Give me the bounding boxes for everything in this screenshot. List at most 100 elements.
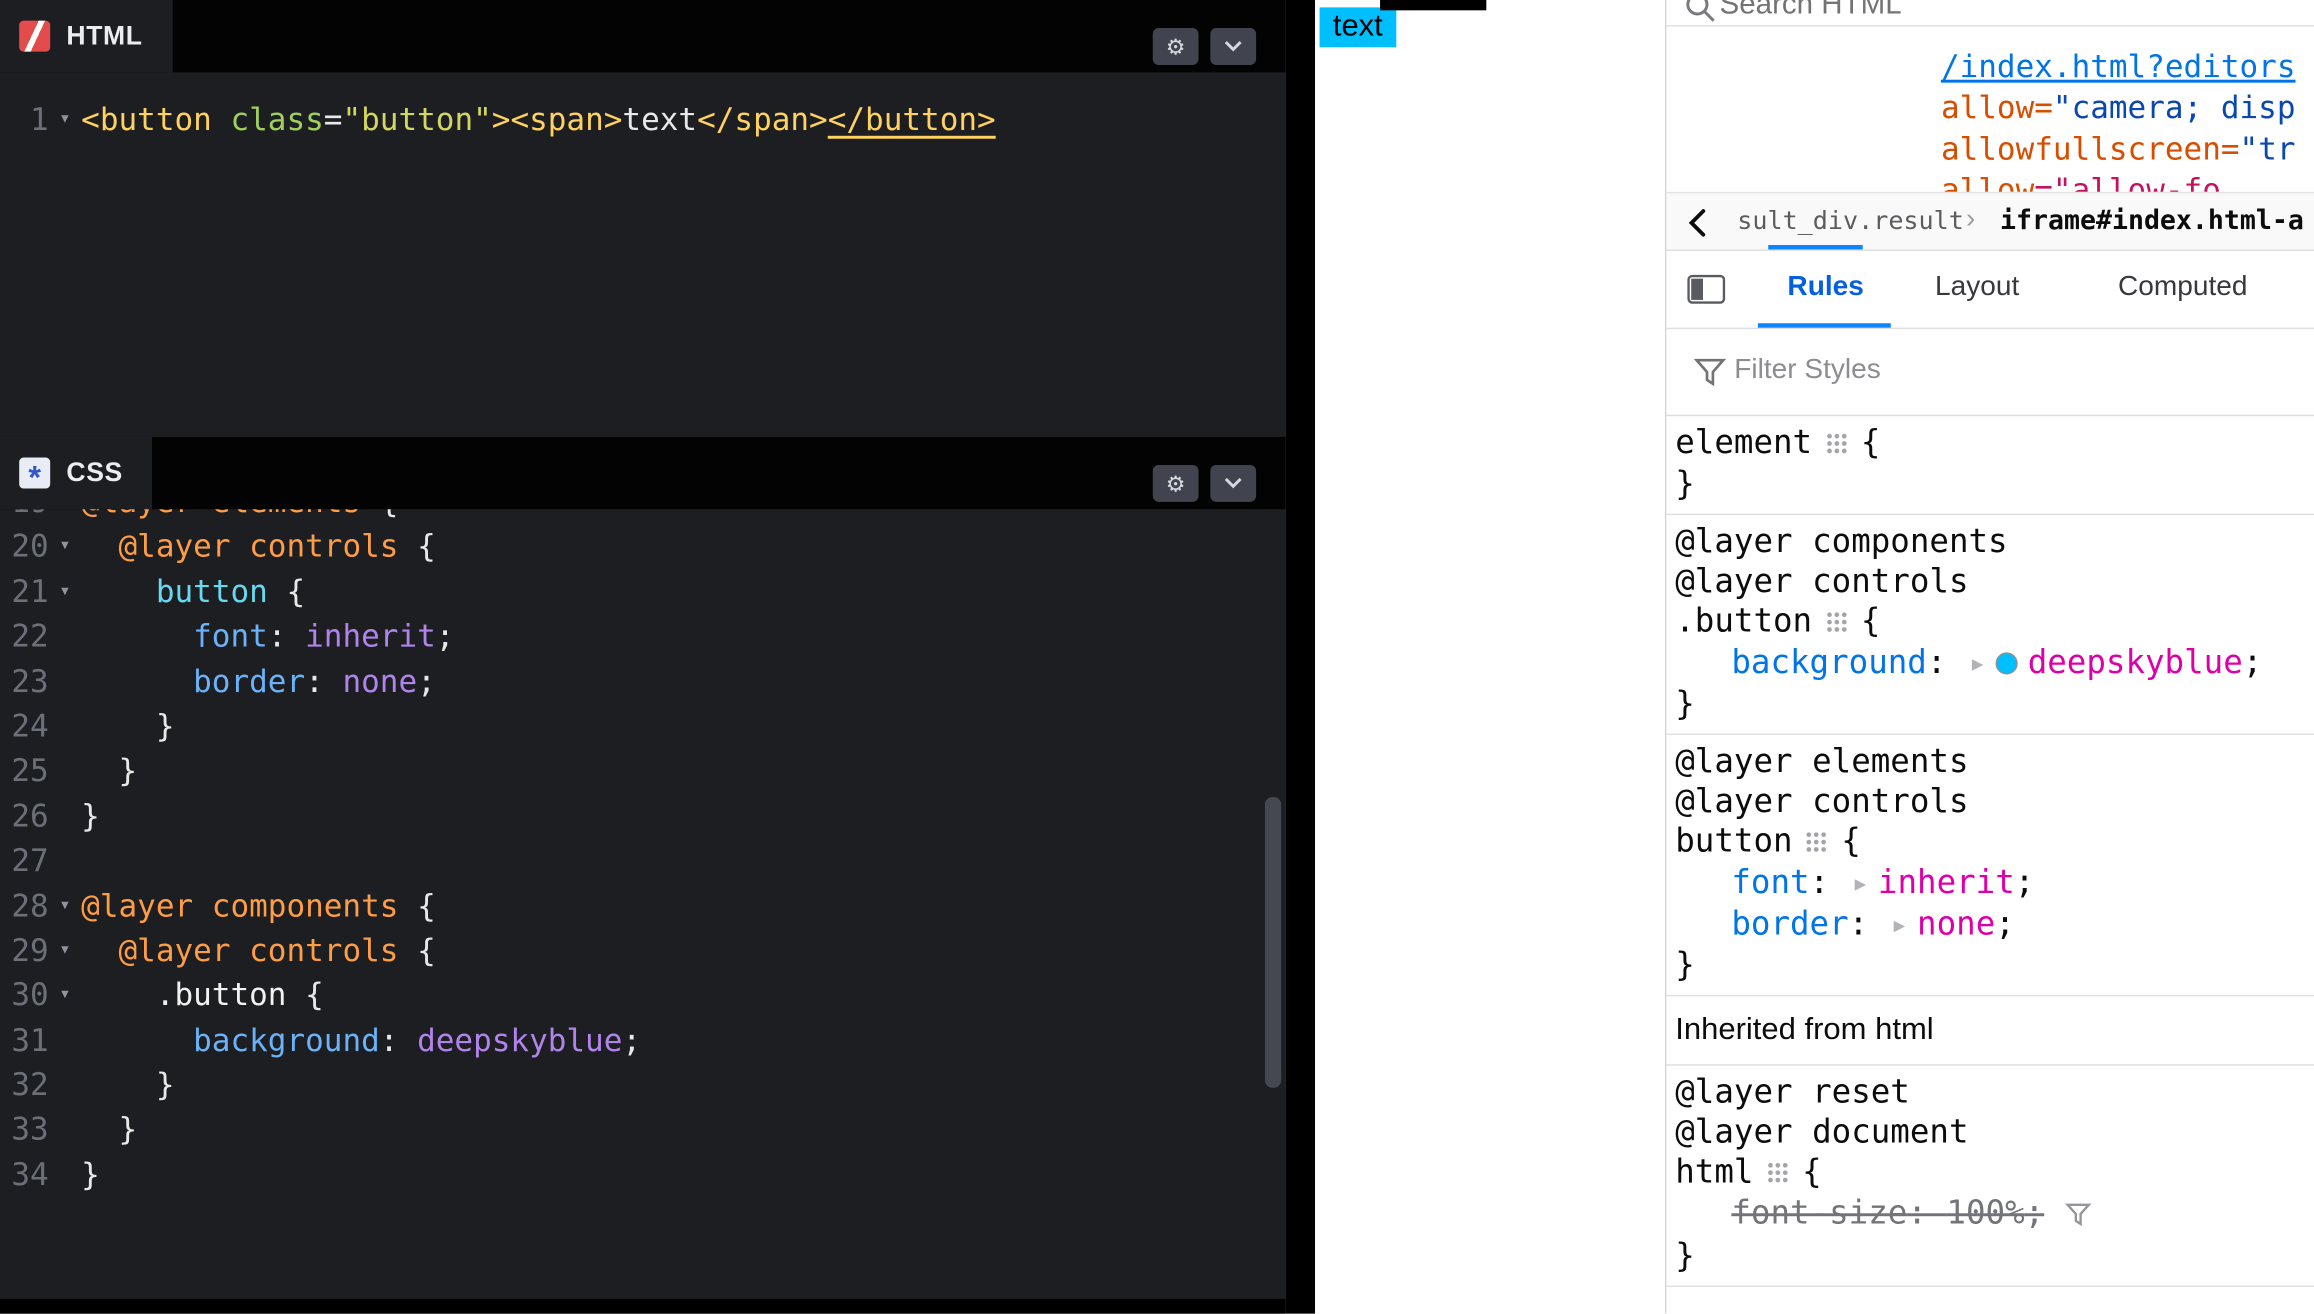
rule-selector[interactable]: html: [1675, 1154, 1753, 1191]
code-line[interactable]: 26}: [0, 794, 1286, 839]
code-text: background: deepskyblue;: [81, 1018, 1285, 1063]
fold-arrow-icon[interactable]: ▾: [49, 883, 81, 928]
color-swatch[interactable]: [1995, 652, 2017, 674]
declaration-line[interactable]: background: ▶deepskyblue;: [1666, 644, 2314, 685]
code-line[interactable]: 20▾ @layer controls {: [0, 525, 1286, 570]
markup-line[interactable]: allow="allow-fo: [1666, 170, 2314, 192]
rule-selector[interactable]: .button: [1675, 604, 1812, 641]
code-line[interactable]: 30▾ .button {: [0, 973, 1286, 1018]
code-token: {: [286, 978, 323, 1013]
markup-line[interactable]: allowfullscreen="tr: [1666, 128, 2314, 169]
property-value[interactable]: deepskyblue: [2028, 645, 2243, 682]
css-settings-gear-icon[interactable]: ⚙: [1153, 465, 1199, 502]
css-code-area[interactable]: 19▾@layer elements {20▾ @layer controls …: [0, 509, 1286, 1313]
rule-selector-line[interactable]: html{: [1666, 1153, 2314, 1194]
markup-line[interactable]: /index.html?editors: [1666, 46, 2314, 87]
expand-arrow-icon[interactable]: ▶: [1894, 906, 1906, 946]
property-name[interactable]: font-size: [1731, 1196, 1907, 1233]
search-icon: [1684, 0, 1716, 27]
property-value[interactable]: 100%: [1946, 1196, 2024, 1233]
toggle-split-pane-icon[interactable]: [1687, 275, 1725, 312]
rule-ancestor: @layer controls: [1666, 562, 2314, 602]
code-line[interactable]: 22 font: inherit;: [0, 614, 1286, 659]
code-text: @layer controls {: [81, 928, 1285, 973]
rule-selector[interactable]: element: [1675, 425, 1812, 462]
code-line[interactable]: 29▾ @layer controls {: [0, 928, 1286, 973]
property-value[interactable]: none: [1917, 906, 1995, 943]
expand-arrow-icon[interactable]: ▶: [1855, 865, 1867, 905]
html-code-area[interactable]: 1▾<button class="button"><span>text</spa…: [0, 72, 1286, 437]
code-token: ;: [417, 664, 436, 699]
fold-arrow-icon[interactable]: ▾: [49, 525, 81, 570]
property-name[interactable]: background: [1731, 645, 1927, 682]
tab-layout[interactable]: Layout: [1935, 272, 2019, 304]
highlight-matches-icon[interactable]: [1825, 425, 1847, 465]
search-input[interactable]: Search HTML: [1720, 0, 1902, 22]
code-line[interactable]: 23 border: none;: [0, 659, 1286, 704]
code-line[interactable]: 28▾@layer components {: [0, 883, 1286, 928]
breadcrumb-back-chevron-icon[interactable]: [1681, 204, 1716, 250]
html-collapse-chevron-icon[interactable]: [1210, 28, 1256, 65]
rule-close-brace: }: [1666, 1237, 2314, 1277]
code-line[interactable]: 33 }: [0, 1108, 1286, 1153]
code-token: text: [622, 102, 697, 137]
code-line[interactable]: 31 background: deepskyblue;: [0, 1018, 1286, 1063]
code-line[interactable]: 19▾@layer elements {: [0, 509, 1286, 524]
rule-selector-line[interactable]: button{: [1666, 822, 2314, 863]
markup-view[interactable]: /index.html?editorsallow="camera; dispal…: [1666, 25, 2314, 192]
fold-arrow-icon[interactable]: ▾: [49, 928, 81, 973]
code-text: }: [81, 1108, 1285, 1153]
declaration-line[interactable]: border: ▶none;: [1666, 905, 2314, 946]
preview-button[interactable]: text: [1320, 7, 1397, 47]
rule-selector-line[interactable]: element{: [1666, 424, 2314, 465]
fold-arrow-icon: [49, 1108, 81, 1153]
expand-arrow-icon[interactable]: ▶: [1972, 645, 1984, 685]
line-number: 28: [0, 883, 49, 928]
code-line[interactable]: 34}: [0, 1153, 1286, 1198]
screenshot-stage: HTML ⚙ 1▾<button class="button"><span>te…: [0, 0, 2314, 1314]
breadcrumb-item-iframe[interactable]: iframe#index.html-a: [2000, 205, 2304, 236]
code-line[interactable]: 25 }: [0, 749, 1286, 794]
tab-computed[interactable]: Computed: [2118, 272, 2247, 304]
rule-selector-line[interactable]: .button{: [1666, 602, 2314, 643]
code-token: @layer components: [81, 888, 398, 923]
code-text: @layer elements {: [81, 509, 1285, 524]
code-line[interactable]: 27: [0, 839, 1286, 884]
highlight-matches-icon[interactable]: [1825, 604, 1847, 644]
code-line[interactable]: 24 }: [0, 704, 1286, 749]
line-number: 29: [0, 928, 49, 973]
filter-styles-input[interactable]: Filter Styles: [1734, 354, 1880, 386]
highlight-matches-icon[interactable]: [1806, 824, 1828, 864]
code-token: {: [361, 509, 398, 519]
highlight-matches-icon[interactable]: [1767, 1154, 1789, 1194]
markup-token: "tr: [2240, 131, 2296, 166]
rule-ancestor: @layer document: [1666, 1113, 2314, 1153]
code-token: ><span>: [492, 102, 623, 137]
tab-rules[interactable]: Rules: [1787, 272, 1863, 304]
code-line[interactable]: 32 }: [0, 1063, 1286, 1108]
code-line[interactable]: 21▾ button {: [0, 569, 1286, 614]
breadcrumb-item-result-div[interactable]: sult_div.result: [1737, 207, 1964, 237]
rule-selector[interactable]: button: [1675, 824, 1792, 861]
code-token: [81, 529, 118, 564]
code-token: </button>: [828, 102, 996, 137]
html-settings-gear-icon[interactable]: ⚙: [1153, 28, 1199, 65]
css-editor-scrollbar[interactable]: [1265, 797, 1281, 1088]
css-collapse-chevron-icon[interactable]: [1210, 465, 1256, 502]
markup-line[interactable]: allow="camera; disp: [1666, 87, 2314, 128]
html-tab[interactable]: HTML: [0, 0, 172, 72]
fold-arrow-icon[interactable]: ▾: [49, 97, 81, 142]
declaration-line[interactable]: font-size: 100%;: [1666, 1194, 2314, 1237]
css-tab[interactable]: * CSS: [0, 437, 152, 509]
editor-preview-divider[interactable]: [1286, 0, 1316, 1314]
fold-arrow-icon[interactable]: ▾: [49, 973, 81, 1018]
declaration-line[interactable]: font: ▶inherit;: [1666, 863, 2314, 904]
markup-search-bar[interactable]: Search HTML: [1666, 0, 2314, 27]
fold-arrow-icon[interactable]: ▾: [49, 569, 81, 614]
property-name[interactable]: font: [1731, 865, 1809, 902]
property-name[interactable]: border: [1731, 906, 1848, 943]
overridden-filter-icon[interactable]: [2065, 1197, 2092, 1237]
fold-arrow-icon[interactable]: ▾: [49, 509, 81, 524]
code-line[interactable]: 1▾<button class="button"><span>text</spa…: [0, 97, 1286, 142]
property-value[interactable]: inherit: [1878, 865, 2015, 902]
